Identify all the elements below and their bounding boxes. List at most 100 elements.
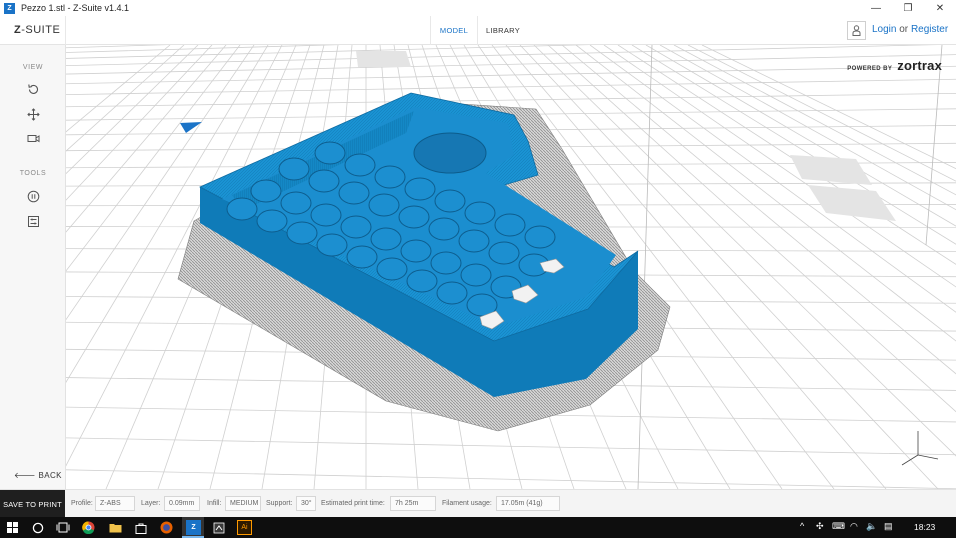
window-titlebar: Z Pezzo 1.stl - Z-Suite v1.4.1 — ❐ ✕ [0, 0, 956, 16]
cylinder-segment [458, 229, 490, 253]
network-app-icon[interactable]: ✣ [816, 521, 824, 532]
cylinder-segment [376, 257, 408, 281]
notification-icon[interactable]: ▤ [884, 521, 893, 532]
3d-viewport[interactable]: POWERED BY zortrax [66, 45, 956, 489]
grid-line [617, 45, 956, 265]
rotate-icon[interactable] [24, 80, 42, 98]
pause-icon[interactable] [24, 187, 42, 205]
grid-line [645, 45, 956, 227]
settings-icon[interactable] [24, 212, 42, 230]
app-icon: Z [4, 2, 15, 14]
restore-button[interactable]: ❐ [892, 0, 924, 16]
move-icon[interactable] [24, 105, 42, 123]
file-explorer-icon[interactable] [108, 520, 123, 535]
search-circle-icon[interactable] [30, 520, 45, 535]
back-label: BACK [38, 471, 62, 480]
grid-line [66, 45, 185, 152]
taskbar-clock: 18:23 [914, 522, 936, 532]
profile-label: Profile: [71, 500, 93, 507]
cylinder-segment [400, 239, 432, 263]
cylinder-segment [430, 251, 462, 275]
window-title: Pezzo 1.stl - Z-Suite v1.4.1 [21, 3, 130, 13]
grid-line [66, 54, 956, 75]
filament-field: 17.05m (41g) [496, 496, 560, 511]
filament-label: Filament usage: [442, 500, 492, 507]
cylinder-segment [488, 241, 520, 265]
plate-boundary [637, 45, 943, 489]
task-view-icon[interactable] [55, 520, 70, 535]
cylinder-segment [398, 205, 430, 229]
login-link[interactable]: Login [872, 24, 896, 35]
grid-line [66, 469, 956, 489]
wifi-icon[interactable]: ◠ [850, 521, 858, 532]
cylinder-segment [314, 141, 346, 165]
register-link[interactable]: Register [911, 24, 948, 35]
support-field[interactable]: 30° [296, 496, 316, 511]
print-time-label: Estimated print time: [321, 500, 385, 507]
axis-gizmo-icon [901, 431, 939, 466]
windows-taskbar: Z Ai ^ ✣ ⌨ ◠ 🔈 ▤ 18:23 [0, 517, 956, 538]
layer-label: Layer: [141, 500, 161, 507]
print-time-field: 7h 25m [390, 496, 436, 511]
support-label: Support: [266, 500, 293, 507]
user-icon[interactable] [847, 21, 866, 40]
window-controls: — ❐ ✕ [860, 0, 956, 16]
back-button[interactable]: 🡐 BACK [14, 470, 62, 480]
cylinder-segment [428, 217, 460, 241]
grid-line [66, 45, 199, 175]
cylinder-segment [434, 189, 466, 213]
auth-or-text: or [899, 24, 909, 35]
cylinder-segment [340, 215, 372, 239]
profile-field[interactable]: Z-ABS [95, 496, 135, 511]
zortrax-logo: zortrax [897, 58, 942, 73]
cylinder-segment [310, 203, 342, 227]
view-section-label: VIEW [22, 64, 44, 71]
cylinder-segment [368, 193, 400, 217]
illustrator-icon[interactable]: Ai [237, 520, 252, 535]
minimize-button[interactable]: — [860, 0, 892, 16]
grid-line [66, 45, 171, 133]
layer-field[interactable]: 0.09mm [164, 496, 200, 511]
tab-library[interactable]: LIBRARY [480, 16, 526, 45]
cylinder-segment [524, 225, 556, 249]
grid-line [659, 45, 956, 211]
cylinder-segment [346, 245, 378, 269]
app-header: Z-SUITE MODEL LIBRARY Login or Register [0, 16, 956, 45]
cylinder-segment [280, 191, 312, 215]
cylinder-segment [338, 181, 370, 205]
app-logo: Z-SUITE [14, 24, 61, 36]
zsuite-taskbar-icon[interactable]: Z [186, 520, 201, 535]
cylinder-segment [256, 209, 288, 233]
save-to-print-button[interactable]: SAVE TO PRINT [0, 490, 65, 518]
cylinder-segment [286, 221, 318, 245]
cylinder-segment [404, 177, 436, 201]
tab-model[interactable]: MODEL [430, 16, 478, 45]
cylinder-segment [464, 201, 496, 225]
grid-line [66, 92, 956, 108]
cylinder-segment [436, 281, 468, 305]
chrome-icon[interactable] [81, 520, 96, 535]
close-button[interactable]: ✕ [924, 0, 956, 16]
cylinder-segment [226, 197, 258, 221]
infill-label: Infill: [207, 500, 222, 507]
chevron-up-icon[interactable]: ^ [800, 521, 804, 531]
cylinder-segment [406, 269, 438, 293]
keyboard-icon[interactable]: ⌨ [832, 521, 845, 532]
cylinder-segment [278, 157, 310, 181]
cylinder-segment [374, 165, 406, 189]
store-icon[interactable] [133, 520, 148, 535]
camera-icon[interactable] [24, 129, 42, 147]
app-taskbar-icon[interactable] [211, 520, 226, 535]
auth-links: Login or Register [872, 24, 948, 35]
windows-start-icon[interactable] [5, 520, 20, 535]
cylinder-segment [460, 263, 492, 287]
cylinder-segment [308, 169, 340, 193]
cylinder-segment [494, 213, 526, 237]
infill-field[interactable]: MEDIUM [225, 496, 261, 511]
build-plate-scene[interactable] [66, 45, 956, 489]
cylinder-segment [344, 153, 376, 177]
orientation-flag [180, 122, 202, 133]
volume-icon[interactable]: 🔈 [866, 521, 877, 532]
cylinder-segment [370, 227, 402, 251]
firefox-icon[interactable] [159, 520, 174, 535]
